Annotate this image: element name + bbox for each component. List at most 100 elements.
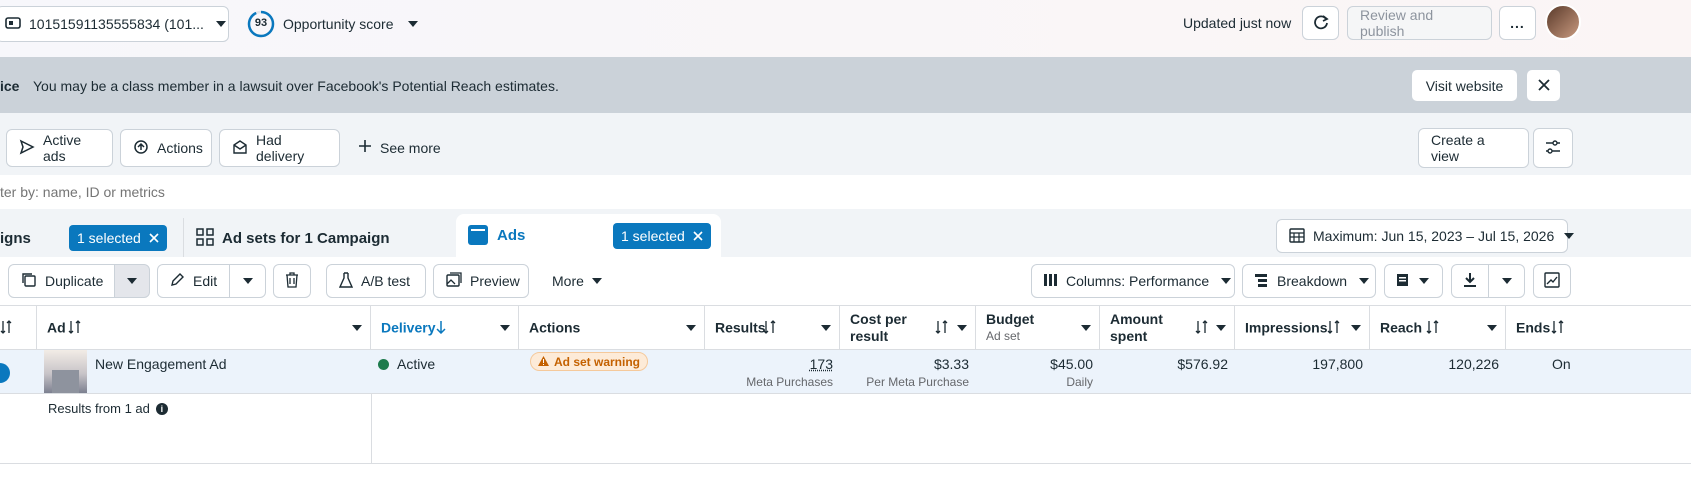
- notice-prefix: ice: [0, 78, 20, 94]
- duplicate-button[interactable]: Duplicate: [8, 264, 115, 298]
- more-button[interactable]: More: [552, 273, 602, 289]
- sort-icon: [1426, 320, 1440, 337]
- close-icon: [149, 230, 159, 246]
- table-footer-divider: [371, 394, 372, 464]
- trash-icon: [285, 271, 299, 291]
- column-header-reach[interactable]: Reach: [1370, 305, 1506, 350]
- flask-icon: [338, 271, 354, 291]
- reports-icon: [1395, 272, 1411, 291]
- column-header-cost-per-result[interactable]: Cost per result: [840, 305, 976, 350]
- table-footer-bottom: [0, 463, 1691, 464]
- account-name: 10151591135555834 (101...: [29, 16, 204, 32]
- preview-button[interactable]: Preview: [433, 264, 529, 298]
- budget-value: $45.00: [1050, 356, 1093, 372]
- see-more-button[interactable]: See more: [358, 139, 441, 156]
- ad-name[interactable]: New Engagement Ad: [95, 356, 227, 372]
- chevron-down-icon: [821, 325, 831, 331]
- reports-button[interactable]: [1384, 264, 1443, 298]
- ab-test-button[interactable]: A/B test: [326, 264, 426, 298]
- notice-text: You may be a class member in a lawsuit o…: [33, 78, 559, 94]
- info-icon[interactable]: i: [155, 402, 168, 415]
- close-notice-button[interactable]: [1526, 69, 1561, 102]
- filter-actions[interactable]: Actions: [120, 129, 212, 167]
- duplicate-dropdown[interactable]: [114, 264, 150, 298]
- export-button[interactable]: [1451, 264, 1489, 298]
- breakdown-icon: [1255, 273, 1269, 290]
- budget-cell: $45.00 Daily: [976, 350, 1100, 394]
- ads-selected-badge[interactable]: 1 selected: [613, 223, 711, 249]
- duplicate-icon: [21, 272, 37, 291]
- chevron-down-icon: [1359, 278, 1370, 284]
- delete-button[interactable]: [273, 264, 311, 298]
- chevron-down-icon: [686, 325, 696, 331]
- edit-button[interactable]: Edit: [157, 264, 230, 298]
- score-value: 93: [254, 17, 268, 29]
- results-value[interactable]: 173: [810, 356, 833, 372]
- send-icon: [19, 139, 35, 158]
- visit-website-button[interactable]: Visit website: [1411, 69, 1518, 102]
- column-header-budget[interactable]: Budget Ad set: [976, 305, 1100, 350]
- column-header-actions[interactable]: Actions: [519, 305, 705, 350]
- sort-icon: [1551, 320, 1565, 337]
- chevron-down-icon: [1216, 325, 1226, 331]
- sliders-icon: [1545, 139, 1561, 157]
- close-icon: [1537, 78, 1550, 94]
- tab-adsets[interactable]: Ad sets for 1 Campaign: [183, 218, 450, 257]
- cost-per-result-cell: $3.33 Per Meta Purchase: [840, 350, 976, 394]
- column-header-prev[interactable]: [0, 305, 37, 350]
- active-dot-icon: [378, 358, 389, 370]
- chevron-down-icon: [1081, 325, 1091, 331]
- impressions-value: 197,800: [1312, 356, 1363, 372]
- export-dropdown[interactable]: [1488, 264, 1525, 298]
- filter-had-delivery[interactable]: Had delivery: [219, 129, 340, 167]
- campaigns-selected-badge[interactable]: 1 selected: [69, 225, 167, 251]
- more-menu-button[interactable]: ...: [1499, 6, 1536, 40]
- results-cell: 173 Meta Purchases: [705, 350, 840, 394]
- chevron-down-icon: [500, 325, 510, 331]
- opportunity-score[interactable]: 93 Opportunity score: [247, 8, 418, 40]
- chevron-down-icon: [127, 278, 137, 284]
- avatar[interactable]: [1545, 4, 1581, 40]
- sort-icon: [68, 320, 82, 337]
- tab-ads[interactable]: Ads 1 selected: [456, 214, 721, 259]
- columns-icon: [1044, 273, 1058, 290]
- column-header-ad[interactable]: Ad: [37, 305, 371, 350]
- chevron-down-icon: [591, 278, 602, 284]
- chevron-down-icon: [1487, 325, 1497, 331]
- score-ring-icon: 93: [247, 10, 275, 38]
- column-header-ends[interactable]: Ends: [1506, 305, 1691, 350]
- review-publish-button[interactable]: Review and publish: [1347, 6, 1492, 40]
- column-header-amount-spent[interactable]: Amount spent: [1100, 305, 1235, 350]
- updated-status: Updated just now: [1183, 15, 1292, 31]
- chevron-down-icon: [242, 278, 253, 284]
- column-header-results[interactable]: Results: [705, 305, 840, 350]
- tab-campaigns[interactable]: igns 1 selected: [0, 218, 180, 257]
- chevron-down-icon: [352, 325, 362, 331]
- reach-value: 120,226: [1448, 356, 1499, 372]
- ad-set-warning-badge[interactable]: Ad set warning: [530, 352, 649, 371]
- breakdown-button[interactable]: Breakdown: [1242, 264, 1376, 298]
- more-icon: ...: [1510, 15, 1525, 31]
- charts-button[interactable]: [1533, 264, 1571, 298]
- chevron-down-icon: [1564, 233, 1575, 239]
- refresh-icon: [1313, 14, 1329, 33]
- columns-button[interactable]: Columns: Performance: [1031, 264, 1235, 298]
- date-range-picker[interactable]: Maximum: Jun 15, 2023 – Jul 15, 2026: [1276, 219, 1575, 253]
- sort-icon: [1327, 320, 1341, 337]
- search-input[interactable]: [0, 180, 800, 204]
- column-header-impressions[interactable]: Impressions: [1235, 305, 1370, 350]
- sort-icon: [1195, 320, 1209, 337]
- delivery-status: Active: [378, 356, 435, 372]
- account-selector[interactable]: 10151591135555834 (101...: [0, 6, 229, 42]
- chevron-down-icon: [215, 21, 226, 27]
- calendar-icon: [1289, 227, 1305, 246]
- warning-icon: [538, 355, 549, 369]
- create-view-button[interactable]: Create a view: [1418, 128, 1529, 168]
- chevron-down-icon: [1419, 278, 1429, 284]
- refresh-button[interactable]: [1302, 6, 1339, 40]
- column-header-delivery[interactable]: Delivery: [371, 305, 519, 350]
- view-settings-button[interactable]: [1533, 128, 1573, 168]
- filter-active-ads[interactable]: Active ads: [6, 129, 113, 167]
- chevron-down-icon: [1221, 278, 1232, 284]
- edit-dropdown[interactable]: [229, 264, 266, 298]
